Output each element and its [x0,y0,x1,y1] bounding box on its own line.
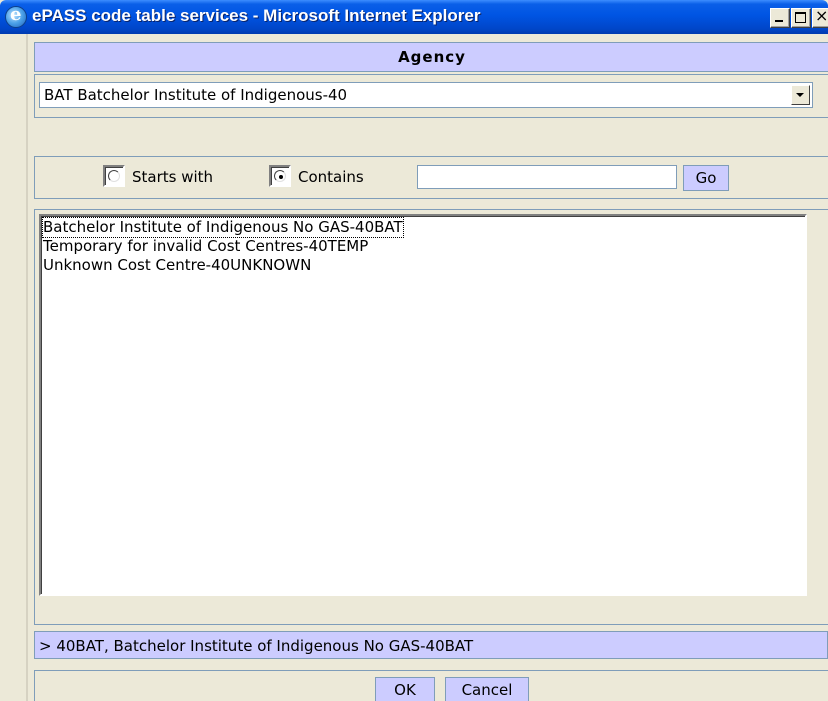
footer-buttons: OK Cancel [34,670,828,701]
go-button[interactable]: Go [683,165,729,191]
chevron-down-icon[interactable] [791,85,810,105]
agency-dropdown[interactable]: BAT Batchelor Institute of Indigenous-40 [39,82,813,108]
selection-display: > 40BAT, Batchelor Institute of Indigeno… [34,631,828,659]
agency-dropdown-value: BAT Batchelor Institute of Indigenous-40 [44,86,348,104]
ok-button[interactable]: OK [375,677,435,701]
ie-window: ePASS code table services - Microsoft In… [0,0,828,701]
section-header: Agency [34,42,828,72]
list-item[interactable]: Batchelor Institute of Indigenous No GAS… [42,217,404,238]
minimize-button[interactable] [770,8,790,28]
internet-explorer-icon[interactable] [5,4,27,28]
list-item[interactable]: Unknown Cost Centre-40UNKNOWN [43,256,311,275]
frame-divider [26,34,28,701]
contains-label: Contains [298,168,364,186]
radio-circle [274,170,286,182]
contains-radio[interactable] [269,165,291,187]
radio-circle [108,170,120,182]
results-listbox[interactable]: Batchelor Institute of Indigenous No GAS… [39,214,807,596]
agency-select-row: BAT Batchelor Institute of Indigenous-40 [34,74,828,118]
search-row: Starts with Contains Go [34,156,828,199]
close-button[interactable]: × [812,6,828,28]
maximize-icon [795,12,806,23]
starts-with-label: Starts with [132,168,214,186]
dialog-content: Agency BAT Batchelor Institute of Indige… [20,34,828,701]
list-item[interactable]: Temporary for invalid Cost Centres-40TEM… [43,237,368,256]
search-input[interactable] [417,165,677,189]
minimize-icon [775,20,783,22]
cancel-button[interactable]: Cancel [445,677,529,701]
radio-dot [279,175,283,179]
starts-with-radio[interactable] [103,165,125,187]
window-title: ePASS code table services - Microsoft In… [32,6,481,25]
close-icon: × [815,6,828,25]
results-panel: Batchelor Institute of Indigenous No GAS… [34,209,828,625]
title-bar[interactable]: ePASS code table services - Microsoft In… [0,0,828,34]
maximize-button[interactable] [791,8,811,28]
